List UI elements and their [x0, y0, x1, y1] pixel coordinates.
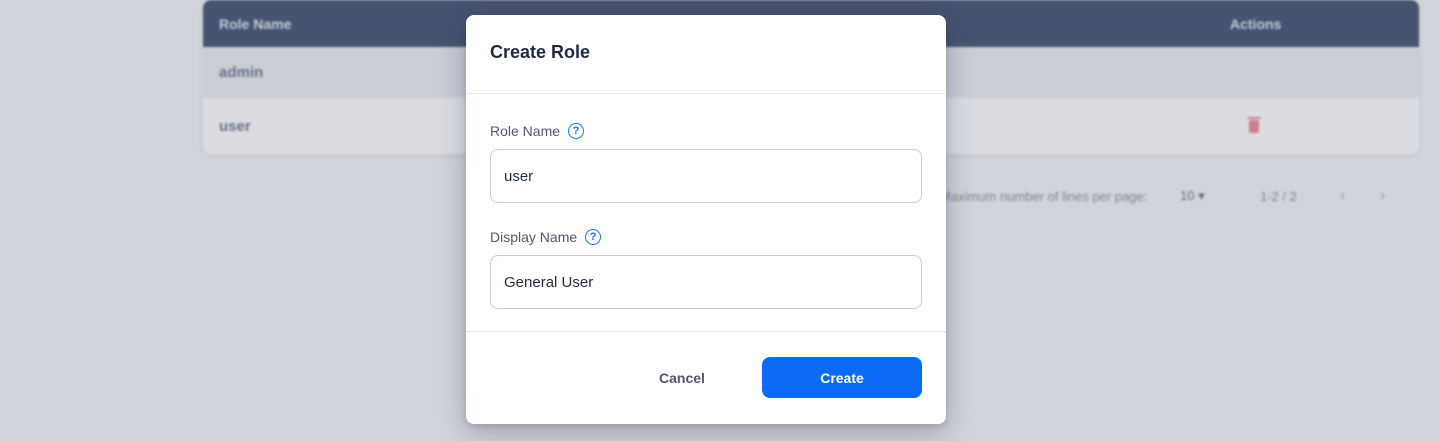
display-name-label-row: Display Name ? [490, 227, 922, 247]
help-icon[interactable]: ? [585, 229, 602, 245]
display-name-field: Display Name ? [490, 227, 922, 309]
dialog-footer: Cancel Create [466, 332, 946, 423]
dialog-title: Create Role [490, 41, 591, 62]
dialog-header: Create Role [466, 15, 946, 94]
display-name-label: Display Name [490, 229, 578, 245]
role-name-label: Role Name [490, 123, 561, 139]
role-name-input[interactable] [490, 149, 922, 203]
role-name-label-row: Role Name ? [490, 121, 922, 141]
create-role-dialog: Create Role Role Name ? Display Name ? C… [466, 15, 946, 424]
dialog-body: Role Name ? Display Name ? [466, 94, 946, 332]
help-icon[interactable]: ? [568, 123, 585, 139]
role-name-field: Role Name ? [490, 121, 922, 203]
display-name-input[interactable] [490, 255, 922, 309]
create-button[interactable]: Create [762, 357, 922, 398]
cancel-button[interactable]: Cancel [602, 357, 762, 398]
